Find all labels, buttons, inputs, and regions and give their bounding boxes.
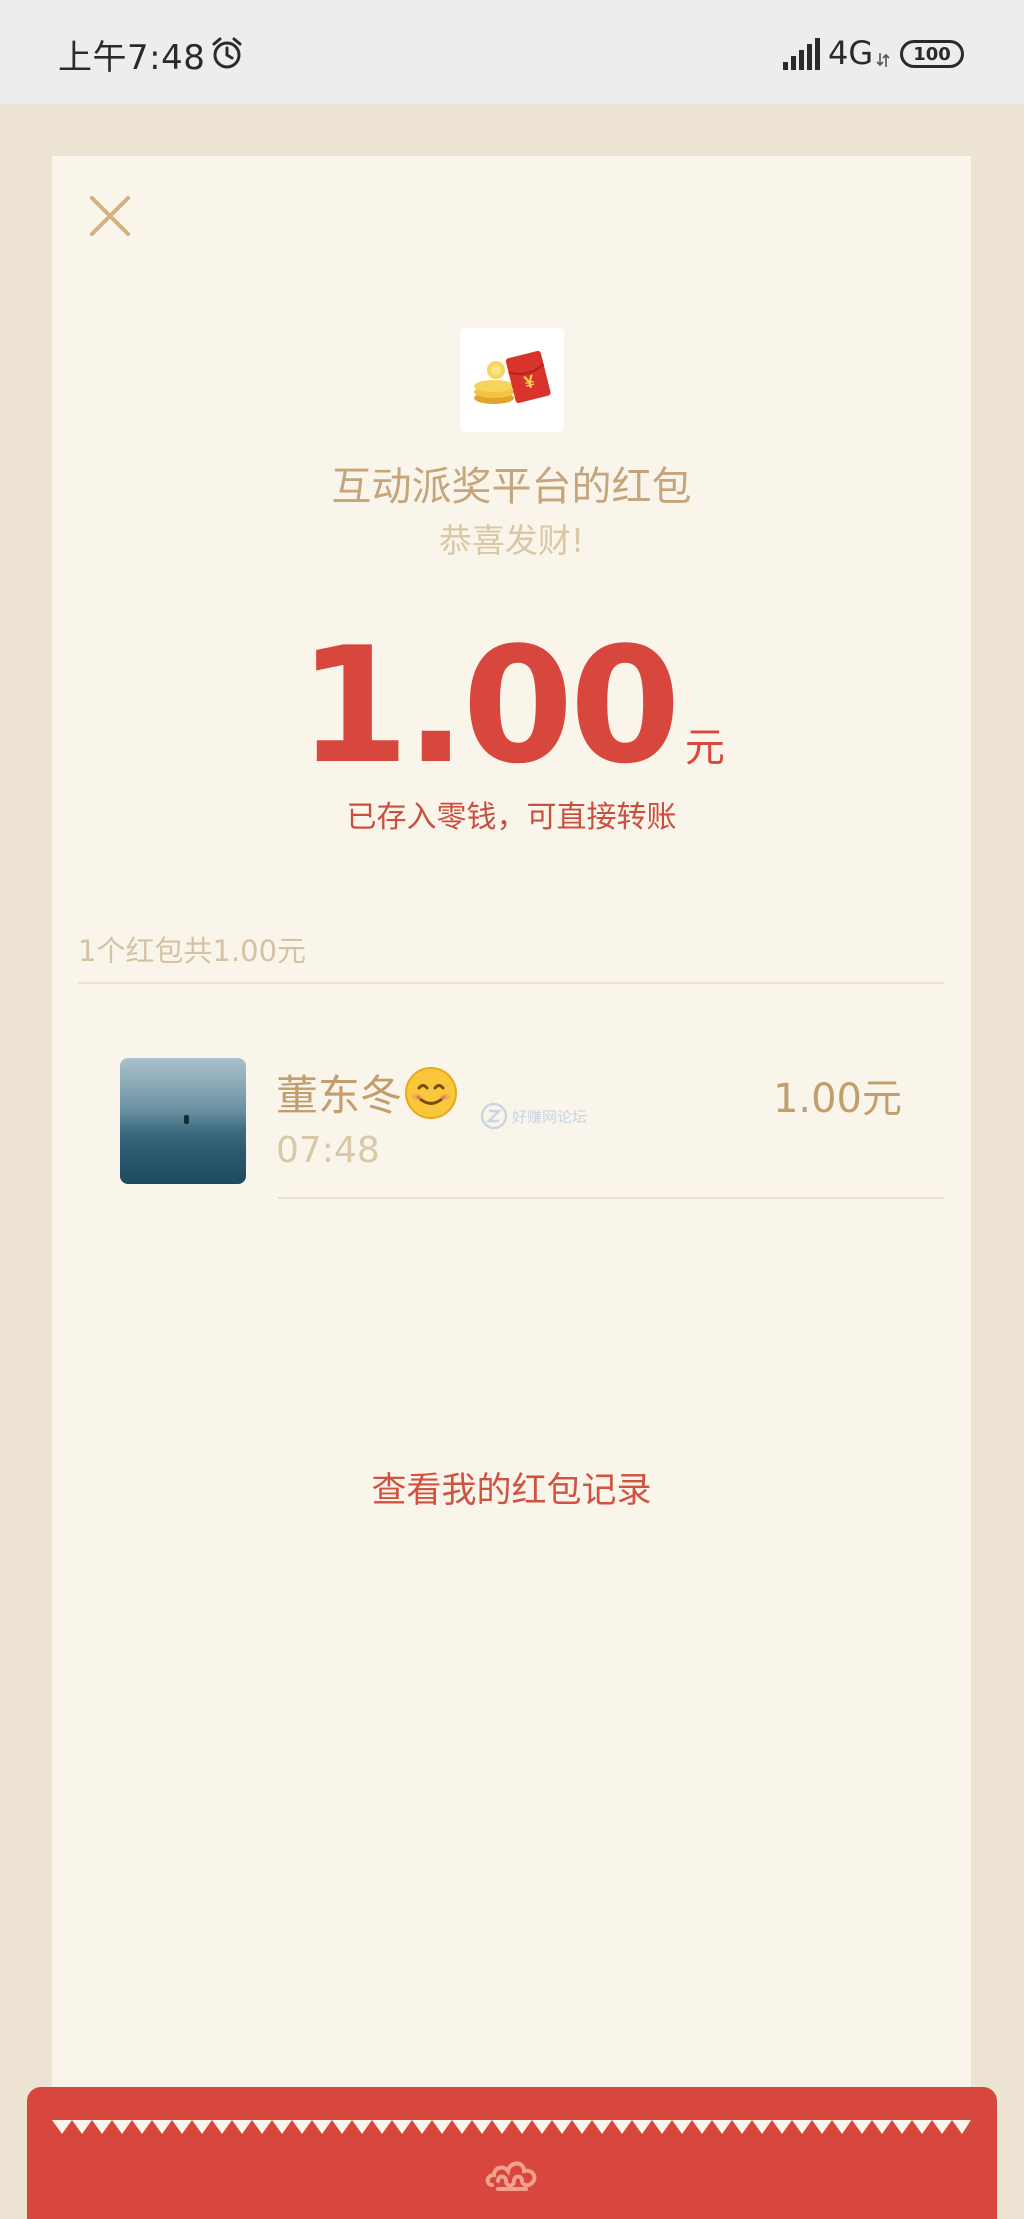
record-name: 董东冬 xyxy=(276,1071,403,1120)
auspicious-cloud-icon xyxy=(485,2161,537,2191)
status-time: 上午7:48 xyxy=(58,38,206,78)
smiling-face-emoji-icon xyxy=(405,1066,458,1119)
view-records-link[interactable]: 查看我的红包记录 xyxy=(52,1462,971,1513)
amount-unit: 元 xyxy=(684,725,725,771)
watermark-logo-icon xyxy=(480,1102,508,1130)
sender-logo: ¥ xyxy=(460,328,564,432)
network-label: 4G xyxy=(828,34,874,72)
close-icon[interactable] xyxy=(88,194,132,238)
avatar[interactable] xyxy=(120,1058,246,1184)
status-bar: 上午7:48 4G 100 xyxy=(0,0,1024,104)
battery-level: 100 xyxy=(913,43,951,65)
watermark-text: 好赚网论坛 xyxy=(512,1107,588,1126)
signal-icon xyxy=(783,38,820,70)
red-packet-detail-card: ¥ 互动派奖平台的红包 恭喜发财! 1.00 元 已存入零钱，可直接转账 1个红包… xyxy=(52,156,971,2156)
greeting: 恭喜发财! xyxy=(438,521,585,560)
list-item[interactable]: 董东冬 07:48 1.00元 好赚网论坛 xyxy=(78,984,944,1196)
watermark: 好赚网论坛 xyxy=(480,1102,587,1130)
deposit-note: 已存入零钱，可直接转账 xyxy=(346,800,677,835)
zigzag-edge xyxy=(52,2120,971,2134)
battery-indicator: 100 xyxy=(900,40,964,68)
amount-row: 1.00 元 xyxy=(52,626,971,786)
red-envelope-coins-icon: ¥ xyxy=(474,350,551,404)
divider xyxy=(278,1197,944,1199)
record-amount: 1.00元 xyxy=(772,1076,902,1122)
summary-text: 1个红包共1.00元 xyxy=(78,934,307,968)
avatar-figure xyxy=(184,1115,189,1124)
bottom-red-bar xyxy=(27,2087,997,2219)
record-time: 07:48 xyxy=(276,1130,380,1171)
alarm-icon xyxy=(212,37,242,69)
sender-name: 互动派奖平台的红包 xyxy=(331,464,692,510)
network-arrows-icon xyxy=(876,53,890,67)
amount-value: 1.00 xyxy=(298,612,681,799)
record-name-wrap: 董东冬 xyxy=(276,1062,458,1123)
